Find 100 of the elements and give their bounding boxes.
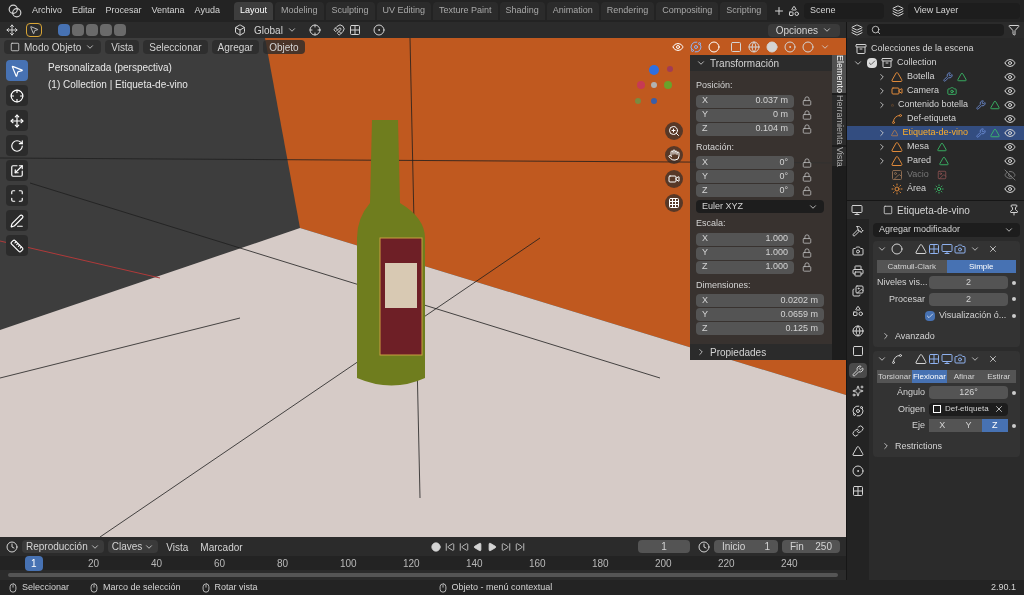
prev-key-icon[interactable] [458,541,469,552]
eye-icon[interactable] [1004,155,1016,167]
scrollbar[interactable] [8,573,838,577]
properties-tab[interactable] [849,243,867,258]
mode-dropdown[interactable]: Modo Objeto [4,40,102,54]
scene-field[interactable]: Scene [804,3,884,19]
subpanel-title[interactable]: Avanzado [895,329,935,343]
next-key-icon[interactable] [500,541,511,552]
mode-toggle[interactable]: Flexionar [911,370,947,383]
tool-button[interactable] [6,235,28,256]
properties-tab[interactable] [849,463,867,478]
scene-icon[interactable] [788,5,800,17]
properties-tab[interactable] [849,263,867,278]
expand-icon[interactable] [696,347,706,357]
number-field[interactable]: Z 0.104 m [696,122,794,136]
stopwatch-icon[interactable] [698,540,710,553]
tool-button[interactable] [6,185,28,206]
current-frame-field[interactable]: 1 [638,540,690,553]
outliner-item[interactable]: Pared [907,154,932,168]
selection-mode-buttons[interactable] [58,24,126,36]
render-icon[interactable] [954,353,966,365]
lock-icon[interactable] [802,124,812,134]
number-field[interactable]: Y 0 m [696,108,794,122]
chevron-icon[interactable] [970,354,980,364]
number-field[interactable]: X 0.037 m [696,94,794,108]
viewport-menu[interactable]: Agregar [211,40,260,54]
viewport-menu[interactable]: Objeto [263,40,305,54]
play-reverse-icon[interactable] [472,541,483,552]
pin-icon[interactable] [1008,204,1020,216]
workspace-tab[interactable]: Modeling [275,2,324,20]
proportional-icon[interactable] [372,24,385,36]
workspace-tab[interactable]: Scripting [720,2,768,20]
mode-toggle[interactable]: Afinar [946,370,982,383]
editor-type-icon[interactable] [851,24,863,36]
frame-number[interactable]: 1 [25,555,43,571]
viewport-menu[interactable]: Seleccionar [143,40,208,54]
editor-type-icon[interactable] [6,540,18,553]
filter-icon[interactable] [1008,24,1020,36]
rotation-mode-dropdown[interactable]: Euler XYZ [696,200,824,213]
lock-icon[interactable] [802,171,812,182]
search-field[interactable] [867,24,1004,36]
outliner-root[interactable]: Colecciones de la escena [871,42,974,56]
viewport-display-icon[interactable] [941,243,953,255]
render-icon[interactable] [954,243,966,255]
sidebar-tab[interactable]: Elemento [832,55,846,94]
workspace-tab[interactable]: Sculpting [325,2,375,20]
workspace-tab[interactable]: Compositing [656,2,719,20]
play-icon[interactable] [486,541,497,552]
eye-icon[interactable] [1004,57,1016,69]
workspace-tab[interactable]: Layout [233,2,273,20]
viewport-display-icon[interactable] [941,353,953,365]
tool-button[interactable] [6,60,28,81]
properties-tab[interactable] [849,403,867,418]
outliner-item[interactable]: Collection [897,56,937,70]
start-frame-field[interactable]: Inicio 1 [714,540,778,553]
number-field[interactable]: Y 0° [696,170,794,183]
jump-end-icon[interactable] [514,541,525,552]
solid-shading-icon[interactable] [766,41,778,53]
mode-toggle[interactable]: Estirar [981,370,1016,383]
workspace-tab[interactable]: UV Editing [376,2,432,20]
chevron-icon[interactable] [970,244,980,254]
expand-icon[interactable] [881,441,891,452]
transform-icon[interactable] [6,24,18,36]
eye-icon[interactable] [1004,113,1016,125]
sidebar-tab[interactable]: Vista [832,146,846,167]
edit-mode-icon[interactable] [915,353,927,365]
lock-icon[interactable] [802,185,812,196]
tool-button[interactable] [6,110,28,131]
end-frame-field[interactable]: Fin 250 [782,540,840,553]
number-field[interactable]: X 0° [696,156,794,169]
number-field[interactable]: X 1.000 [696,232,794,246]
properties-tab[interactable] [849,423,867,438]
outliner-item[interactable]: Def-etiqueta [907,112,957,126]
options-dropdown[interactable]: Opciones [767,23,840,37]
record-icon[interactable] [430,541,441,552]
expand-icon[interactable] [881,331,891,342]
add-icon[interactable] [773,5,786,17]
outliner-item[interactable]: Contenido botella [897,98,968,112]
mode-toggle[interactable]: Simple [946,260,1016,273]
select-tool-button[interactable] [26,23,42,37]
close-icon[interactable] [988,354,998,364]
lock-icon[interactable] [802,234,812,244]
properties-tab[interactable] [849,283,867,298]
tool-button[interactable] [6,85,28,106]
pivot-icon[interactable] [308,24,321,36]
overlay-icon[interactable] [708,41,720,53]
add-modifier-dropdown[interactable]: Agregar modificador [873,223,1020,237]
number-field[interactable]: 2 [929,276,1008,290]
orientation-dropdown[interactable]: Global [250,22,301,38]
number-field[interactable]: 126° [929,386,1008,400]
workspace-tab[interactable]: Texture Paint [433,2,498,20]
number-field[interactable]: Z 0° [696,184,794,197]
properties-tab[interactable] [849,363,867,378]
timeline-menu[interactable]: Reproducción [22,540,104,553]
outliner-item[interactable]: Área [907,182,926,196]
outliner-item[interactable]: Camera [907,84,939,98]
checkbox[interactable] [867,58,877,68]
menu-item[interactable]: Ventana [147,4,189,18]
snap-target-icon[interactable] [348,24,361,36]
timeline-menu[interactable]: Marcador [196,540,247,553]
